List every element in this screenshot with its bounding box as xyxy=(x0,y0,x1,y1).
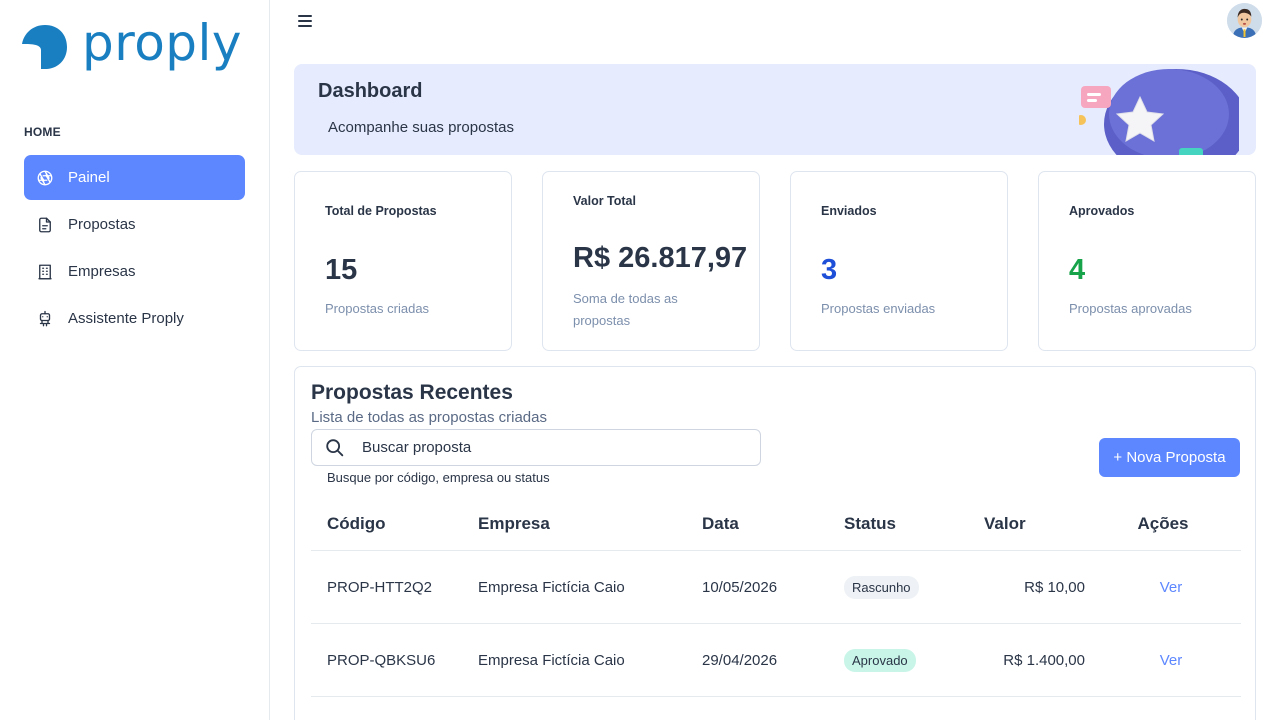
nav-heading: HOME xyxy=(24,125,61,139)
stat-card-valor-total: Valor Total R$ 26.817,97 Soma de todas a… xyxy=(542,171,760,351)
sidebar-item-propostas[interactable]: Propostas xyxy=(24,202,245,247)
file-icon xyxy=(36,216,54,234)
stat-value: 4 xyxy=(1069,254,1086,286)
column-header[interactable]: Valor xyxy=(972,514,1085,534)
recent-proposals-panel: Propostas Recentes Lista de todas as pro… xyxy=(294,366,1256,720)
sidebar-item-empresas[interactable]: Empresas xyxy=(24,249,245,294)
column-header[interactable]: Código xyxy=(311,514,478,534)
main-content: Dashboard Acompanhe suas propostas Total… xyxy=(270,0,1280,720)
brand-name: proply xyxy=(82,14,243,72)
building-icon xyxy=(36,263,54,281)
cell-date: 29/04/2026 xyxy=(702,651,778,669)
cell-company: Empresa Fictícia Caio xyxy=(478,651,625,669)
cell-code: PROP-QBKSU6 xyxy=(327,651,436,669)
sidebar-item-painel[interactable]: Painel xyxy=(24,155,245,200)
sidebar-item-label: Propostas xyxy=(68,216,136,233)
table-header: Código Empresa Data Status Valor Ações xyxy=(311,497,1241,551)
proposals-table: Código Empresa Data Status Valor Ações P… xyxy=(311,497,1241,697)
stat-label: Enviados xyxy=(821,204,877,218)
sidebar: proply HOME Painel Propostas Empresas As… xyxy=(0,0,270,720)
column-header: Ações xyxy=(1137,513,1189,533)
sidebar-item-label: Painel xyxy=(68,169,110,186)
sidebar-item-assistente[interactable]: Assistente Proply xyxy=(24,296,245,341)
page-title: Dashboard xyxy=(318,80,423,102)
dashboard-banner: Dashboard Acompanhe suas propostas xyxy=(294,64,1256,155)
proply-logo-icon xyxy=(22,25,67,69)
stat-label: Total de Propostas xyxy=(325,204,437,218)
menu-icon[interactable] xyxy=(298,12,316,30)
stat-note: Propostas criadas xyxy=(325,301,430,316)
cell-code: PROP-HTT2Q2 xyxy=(327,578,433,596)
search-helper-text: Busque por código, empresa ou status xyxy=(327,470,550,485)
sidebar-item-label: Assistente Proply xyxy=(68,310,184,327)
stat-card-enviados: Enviados 3 Propostas enviadas xyxy=(790,171,1008,351)
column-header[interactable]: Empresa xyxy=(478,514,702,534)
stat-note: Propostas enviadas xyxy=(821,301,936,316)
cell-value: R$ 1.400,00 xyxy=(1003,651,1085,669)
cell-company: Empresa Fictícia Caio xyxy=(478,578,625,596)
view-link[interactable]: Ver xyxy=(1160,652,1183,669)
cell-date: 10/05/2026 xyxy=(702,578,778,596)
stat-note: Propostas aprovadas xyxy=(1069,301,1192,316)
page-subtitle: Acompanhe suas propostas xyxy=(328,119,514,136)
brand-logo[interactable]: proply xyxy=(22,18,242,72)
column-header[interactable]: Status xyxy=(844,514,972,534)
stat-card-aprovados: Aprovados 4 Propostas aprovadas xyxy=(1038,171,1256,351)
stat-value: 3 xyxy=(821,254,838,286)
stat-label: Valor Total xyxy=(573,194,636,208)
section-title: Propostas Recentes xyxy=(311,381,513,404)
stat-label: Aprovados xyxy=(1069,204,1135,218)
view-link[interactable]: Ver xyxy=(1160,579,1183,596)
status-badge: Rascunho xyxy=(844,575,919,599)
sidebar-item-label: Empresas xyxy=(68,263,136,280)
table-row: PROP-QBKSU6 Empresa Fictícia Caio 29/04/… xyxy=(311,624,1241,697)
robot-icon xyxy=(36,310,54,328)
avatar[interactable] xyxy=(1227,3,1262,38)
search-box xyxy=(311,429,761,466)
stat-value: R$ 26.817,97 xyxy=(573,242,748,274)
status-badge: Aprovado xyxy=(844,648,916,672)
stat-value: 15 xyxy=(325,254,358,286)
new-proposal-button[interactable]: + Nova Proposta xyxy=(1099,438,1240,477)
cell-value: R$ 10,00 xyxy=(1024,578,1085,596)
stat-note: Soma de todas as propostas xyxy=(573,291,678,328)
sidebar-nav: Painel Propostas Empresas Assistente Pro… xyxy=(24,155,245,343)
star-illustration-icon xyxy=(1079,69,1239,155)
column-header[interactable]: Data xyxy=(702,514,844,534)
section-subtitle: Lista de todas as propostas criadas xyxy=(311,409,547,426)
aperture-icon xyxy=(36,169,54,187)
stat-card-total: Total de Propostas 15 Propostas criadas xyxy=(294,171,512,351)
table-row: PROP-HTT2Q2 Empresa Fictícia Caio 10/05/… xyxy=(311,551,1241,624)
search-input[interactable] xyxy=(362,439,742,456)
search-icon xyxy=(326,438,344,456)
